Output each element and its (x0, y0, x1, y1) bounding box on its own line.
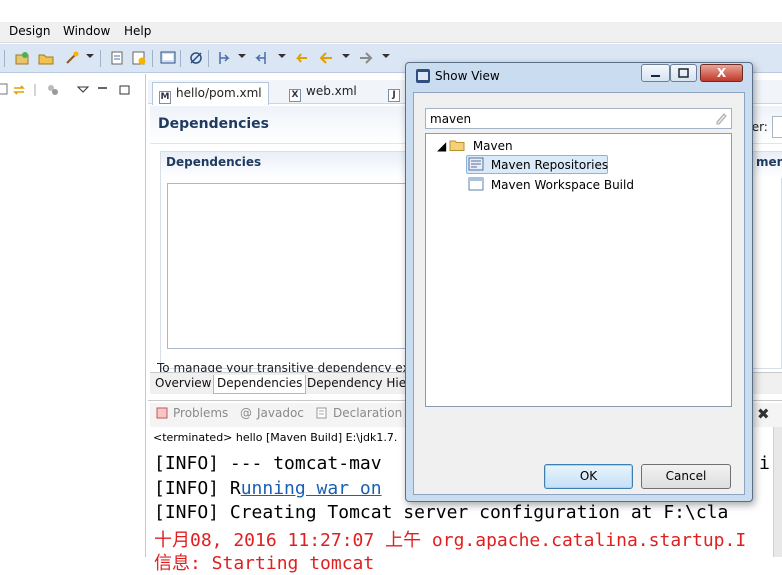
view-tree (425, 133, 732, 407)
console-line: [INFO] --- tomcat-mav i) (154, 453, 781, 474)
toolbar-separator (180, 50, 181, 67)
console-text: [INFO] R (154, 478, 241, 499)
last-edit-icon[interactable] (293, 50, 309, 66)
maven-folder-row[interactable]: Maven (449, 139, 513, 153)
declaration-icon (316, 407, 328, 419)
cancel-button[interactable]: Cancel (641, 464, 731, 489)
toolbar-separator (152, 50, 153, 67)
close-dialog-button[interactable]: X (700, 64, 743, 82)
console-launch-label: <terminated> hello [Maven Build] E:\jdk1… (153, 431, 398, 444)
view-icon (468, 177, 484, 191)
tab-dependency-hierarchy[interactable]: Dependency Hier (304, 375, 414, 394)
tree-item-label: Maven Repositories (490, 158, 609, 172)
focus-icon[interactable] (46, 83, 60, 97)
xml-file-icon: X (289, 89, 301, 102)
tab-label: web.xml (306, 84, 357, 98)
repository-icon (468, 157, 484, 171)
folder-icon (449, 139, 465, 151)
build-icon[interactable] (109, 50, 125, 66)
tab-label: hello/pom.xml (176, 86, 262, 100)
tab-declaration[interactable]: Declaration (316, 406, 402, 420)
tab-javadoc[interactable]: @ Javadoc (240, 406, 304, 420)
console-link[interactable]: unning war on (241, 478, 382, 499)
tab-web-xml[interactable]: Xweb.xml (289, 84, 357, 104)
console-line: [INFO] Creating Tomcat server configurat… (154, 502, 729, 523)
tree-item-maven-workspace-build[interactable]: Maven Workspace Build (468, 177, 634, 192)
maven-file-icon: M (159, 91, 171, 104)
dependencies-section-title: Dependencies (166, 155, 262, 169)
next-annotation-dropdown-icon[interactable] (238, 54, 246, 58)
back-icon[interactable] (318, 50, 334, 66)
folder-label: Maven (472, 139, 513, 153)
tab-dependencies[interactable]: Dependencies (213, 375, 307, 394)
toolbar-separator (4, 50, 5, 67)
prev-annotation-icon[interactable] (253, 50, 269, 66)
problems-icon (156, 407, 168, 419)
tab-overview[interactable]: Overview (152, 375, 215, 394)
tree-item-maven-repositories[interactable]: Maven Repositories (468, 157, 608, 172)
console-line: [INFO] Running war on (154, 478, 382, 499)
prev-annotation-dropdown-icon[interactable] (278, 54, 286, 58)
separator-icon (33, 83, 47, 97)
wand-dropdown-icon[interactable] (86, 54, 94, 58)
toolbar-separator (100, 50, 101, 67)
next-annotation-icon[interactable] (216, 50, 232, 66)
menu-design[interactable]: Design (9, 24, 50, 38)
run-icon[interactable] (131, 50, 147, 66)
maximize-icon[interactable] (118, 83, 132, 97)
filter-input[interactable] (772, 116, 782, 138)
at-icon: @ (240, 406, 252, 420)
tab-label: Problems (173, 406, 229, 420)
maximize-window-button[interactable] (670, 64, 697, 82)
tree-item-label: Maven Workspace Build (490, 178, 634, 192)
open-folder-icon[interactable] (38, 50, 54, 66)
remove-launch-icon[interactable]: ✖ (757, 405, 770, 423)
clear-filter-icon[interactable] (714, 111, 728, 125)
view-filter-input[interactable] (425, 108, 732, 129)
back-dropdown-icon[interactable] (342, 54, 350, 58)
console-line-red: 信息: Starting tomcat (154, 553, 375, 574)
form-title: Dependencies (158, 116, 270, 132)
wand-icon[interactable] (64, 50, 80, 66)
tab-java-file[interactable]: J (388, 84, 405, 104)
collapse-all-icon[interactable] (0, 83, 10, 97)
dialog-title: Show View (435, 69, 500, 83)
tab-problems[interactable]: Problems (156, 406, 228, 420)
ok-button[interactable]: OK (544, 464, 633, 489)
tab-pom-xml[interactable]: Mhello/pom.xml (152, 82, 269, 105)
eclipse-icon (415, 68, 431, 84)
toolbar-separator (208, 50, 209, 67)
menu-help[interactable]: Help (124, 24, 151, 38)
window-top-strip (0, 0, 782, 22)
menu-bar: Design Window Help (0, 22, 782, 43)
java-file-icon: J (388, 89, 400, 102)
new-project-icon[interactable] (14, 50, 30, 66)
console-scrollbar[interactable] (773, 427, 782, 557)
expand-toggle-icon[interactable]: ◢ (437, 139, 446, 153)
minimize-icon[interactable] (96, 83, 110, 97)
forward-icon[interactable] (358, 50, 374, 66)
tab-label: Javadoc (257, 406, 304, 420)
console-icon[interactable] (160, 50, 176, 66)
dependency-management-title: ment (756, 155, 782, 169)
console-text: [INFO] --- tomcat-mav (154, 453, 382, 474)
forward-dropdown-icon[interactable] (382, 54, 390, 58)
minimize-window-button[interactable] (641, 64, 670, 82)
link-editor-icon[interactable] (12, 83, 26, 97)
tab-label: Declaration (333, 406, 403, 420)
menu-window[interactable]: Window (63, 24, 110, 38)
dependencies-list[interactable] (167, 183, 417, 349)
package-explorer (0, 74, 146, 557)
skip-breakpoints-icon[interactable] (188, 50, 204, 66)
view-menu-icon[interactable] (76, 83, 90, 97)
